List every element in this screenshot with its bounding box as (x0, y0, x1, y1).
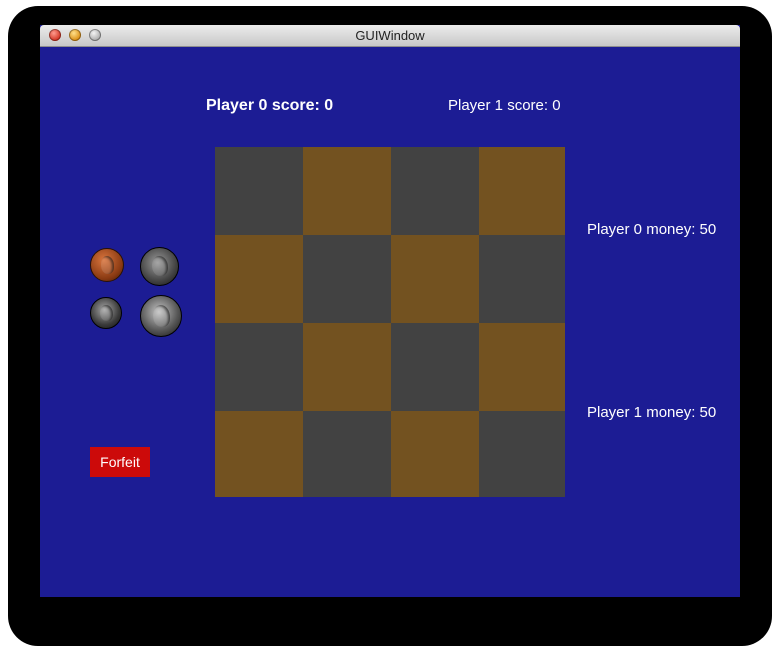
board-cell-r0-c0[interactable] (215, 147, 303, 235)
board-cell-r2-c2[interactable] (391, 323, 479, 411)
board-cell-r3-c1[interactable] (303, 411, 391, 497)
nickel-icon[interactable] (140, 247, 179, 286)
forfeit-button[interactable]: Forfeit (90, 447, 150, 477)
nickel-profile (152, 256, 168, 277)
dime-profile (100, 304, 113, 322)
board-cell-r0-c2[interactable] (391, 147, 479, 235)
board-cell-r3-c3[interactable] (479, 411, 565, 497)
board-cell-r0-c1[interactable] (303, 147, 391, 235)
player0-score: Player 0 score: 0 (206, 97, 334, 114)
game-board[interactable] (215, 147, 565, 497)
player1-money: Player 1 money: 50 (587, 404, 717, 421)
quarter-icon[interactable] (140, 295, 182, 337)
player1-score: Player 1 score: 0 (448, 97, 561, 114)
board-cell-r1-c2[interactable] (391, 235, 479, 323)
board-cell-r3-c0[interactable] (215, 411, 303, 497)
board-cell-r0-c3[interactable] (479, 147, 565, 235)
title-bar[interactable]: GUIWindow (40, 25, 740, 47)
dime-icon[interactable] (90, 297, 122, 329)
player0-money: Player 0 money: 50 (587, 221, 717, 238)
board-cell-r2-c0[interactable] (215, 323, 303, 411)
board-cell-r1-c3[interactable] (479, 235, 565, 323)
quarter-profile (153, 304, 170, 327)
board-cell-r2-c1[interactable] (303, 323, 391, 411)
board-cell-r2-c3[interactable] (479, 323, 565, 411)
penny-icon[interactable] (90, 248, 124, 282)
game-window: GUIWindow Player 0 score: 0 Player 1 sco… (40, 25, 740, 597)
board-cell-r3-c2[interactable] (391, 411, 479, 497)
board-cell-r1-c1[interactable] (303, 235, 391, 323)
penny-profile (100, 256, 115, 274)
window-title: GUIWindow (355, 28, 425, 43)
board-cell-r1-c0[interactable] (215, 235, 303, 323)
